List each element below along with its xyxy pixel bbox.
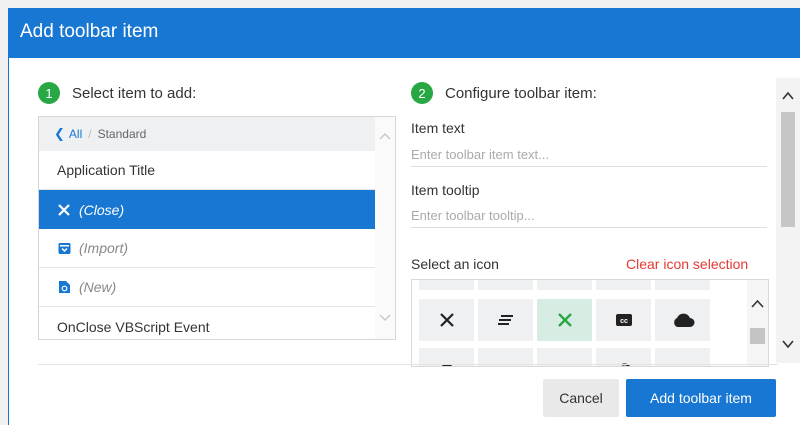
breadcrumb-separator: / [88, 127, 92, 141]
icon-tile[interactable] [537, 280, 592, 290]
close-icon[interactable] [419, 299, 474, 341]
list-scrollbar[interactable] [375, 117, 395, 339]
dialog-title-bar: Add toolbar item [8, 8, 800, 58]
list-item-label: (New) [79, 279, 117, 295]
add-toolbar-item-dialog: Add toolbar item 1 Select item to add: ❮… [8, 8, 800, 425]
item-text-input[interactable] [411, 142, 767, 167]
cloud-icon[interactable] [655, 299, 710, 341]
select-icon-label: Select an icon [411, 256, 499, 272]
chevron-down-icon[interactable] [379, 311, 391, 325]
chevron-up-icon[interactable] [379, 129, 391, 143]
svg-text:cc: cc [620, 318, 628, 325]
list-item-new[interactable]: (New) [39, 268, 375, 307]
config-panel-scrollbar[interactable] [776, 78, 800, 363]
add-toolbar-item-button[interactable]: Add toolbar item [626, 379, 776, 417]
align-lines-icon[interactable] [478, 299, 533, 341]
icon-grid: cc [411, 279, 769, 367]
list-item-label: Application Title [57, 162, 156, 178]
step-1-label: Select item to add: [72, 84, 197, 102]
item-text-label: Item text [411, 120, 465, 136]
step-1-header: 1 Select item to add: [38, 82, 196, 104]
step-1-badge: 1 [38, 82, 60, 104]
list-item-label: (Close) [79, 201, 125, 218]
icon-tile[interactable] [478, 280, 533, 290]
chevron-down-icon[interactable] [781, 336, 795, 354]
item-tooltip-label: Item tooltip [411, 182, 480, 198]
item-list: ❮ All / Standard Application Title (Clos… [38, 116, 396, 340]
chevron-up-icon[interactable] [750, 296, 765, 314]
icon-tile[interactable] [655, 280, 710, 290]
breadcrumb: ❮ All / Standard [39, 117, 375, 151]
item-tooltip-input[interactable] [411, 203, 767, 228]
import-icon [57, 241, 71, 255]
icon-grid-scroll-thumb[interactable] [750, 328, 765, 344]
step-2-label: Configure toolbar item: [445, 84, 597, 102]
cancel-button[interactable]: Cancel [543, 379, 619, 417]
step-2-header: 2 Configure toolbar item: [411, 82, 597, 104]
dialog-left-border [8, 8, 9, 425]
back-chevron-icon[interactable]: ❮ [54, 126, 65, 142]
close-green-icon[interactable] [537, 299, 592, 341]
list-item-import[interactable]: (Import) [39, 229, 375, 268]
closed-caption-icon[interactable]: cc [596, 299, 651, 341]
icon-grid-scrollbar[interactable] [747, 280, 768, 366]
close-icon [57, 203, 71, 217]
list-item-label: OnClose VBScript Event [57, 318, 210, 335]
breadcrumb-all-link[interactable]: All [69, 127, 82, 141]
footer-divider [38, 364, 778, 365]
list-item-close[interactable]: (Close) [39, 190, 375, 229]
list-item-label: (Import) [79, 240, 128, 256]
new-document-icon [57, 280, 71, 294]
list-item-onclose-vbscript-event[interactable]: OnClose VBScript Event [39, 307, 375, 339]
step-2-badge: 2 [411, 82, 433, 104]
config-panel-scroll-thumb[interactable] [781, 112, 795, 227]
dialog-title: Add toolbar item [20, 21, 159, 42]
breadcrumb-current: Standard [97, 127, 147, 141]
clear-icon-selection-link[interactable]: Clear icon selection [626, 256, 748, 272]
icon-tile[interactable] [596, 280, 651, 290]
icon-tile[interactable] [419, 280, 474, 290]
list-item-application-title[interactable]: Application Title [39, 151, 375, 190]
chevron-up-icon[interactable] [781, 88, 795, 106]
